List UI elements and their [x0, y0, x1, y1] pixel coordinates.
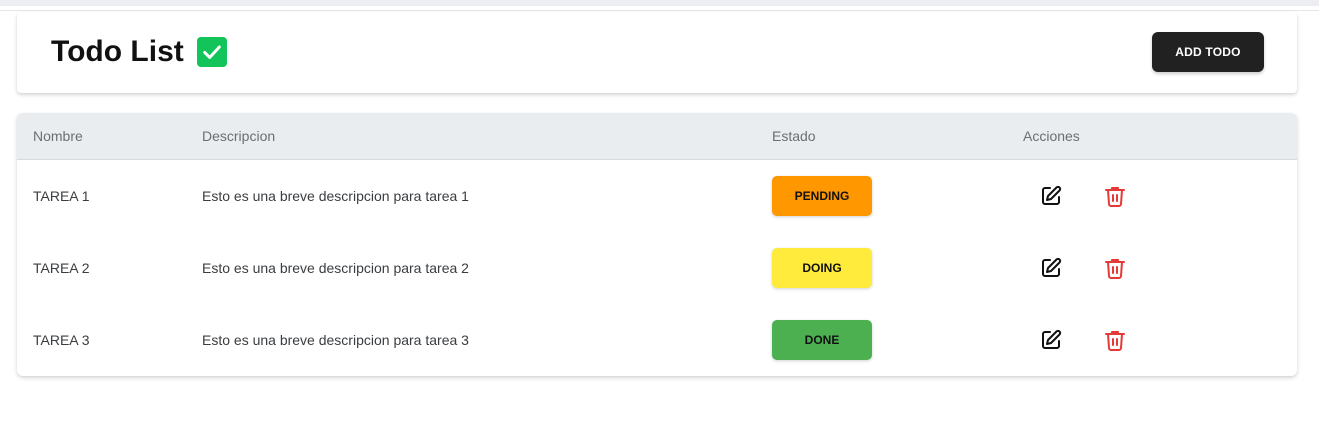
- column-header-nombre: Nombre: [33, 128, 83, 144]
- table-row: TAREA 1 Esto es una breve descripcion pa…: [17, 160, 1297, 232]
- column-header-descripcion: Descripcion: [202, 128, 276, 144]
- task-name: TAREA 2: [33, 260, 90, 276]
- column-header-estado: Estado: [772, 128, 816, 144]
- page-title: Todo List: [51, 35, 184, 68]
- task-description: Esto es una breve descripcion para tarea…: [202, 188, 469, 204]
- table-row: TAREA 3 Esto es una breve descripcion pa…: [17, 304, 1297, 376]
- status-badge-pending[interactable]: PENDING: [772, 176, 872, 216]
- column-header-acciones: Acciones: [1023, 128, 1080, 144]
- status-badge-doing[interactable]: DOING: [772, 248, 872, 288]
- table-row: TAREA 2 Esto es una breve descripcion pa…: [17, 232, 1297, 304]
- check-square-icon: [197, 37, 227, 67]
- edit-icon[interactable]: [1037, 326, 1065, 354]
- status-badge-done[interactable]: DONE: [772, 320, 872, 360]
- task-name: TAREA 3: [33, 332, 90, 348]
- task-description: Esto es una breve descripcion para tarea…: [202, 332, 469, 348]
- task-description: Esto es una breve descripcion para tarea…: [202, 260, 469, 276]
- table-header: Nombre Descripcion Estado Acciones: [17, 113, 1297, 160]
- browser-top-strip: [0, 0, 1319, 6]
- add-todo-button[interactable]: ADD TODO: [1152, 32, 1264, 72]
- trash-icon[interactable]: [1101, 254, 1129, 282]
- trash-icon[interactable]: [1101, 326, 1129, 354]
- edit-icon[interactable]: [1037, 254, 1065, 282]
- divider: [0, 10, 1319, 11]
- todo-table: Nombre Descripcion Estado Acciones TAREA…: [17, 113, 1297, 376]
- trash-icon[interactable]: [1101, 182, 1129, 210]
- edit-icon[interactable]: [1037, 182, 1065, 210]
- header-card: Todo List ADD TODO: [17, 12, 1297, 93]
- task-name: TAREA 1: [33, 188, 90, 204]
